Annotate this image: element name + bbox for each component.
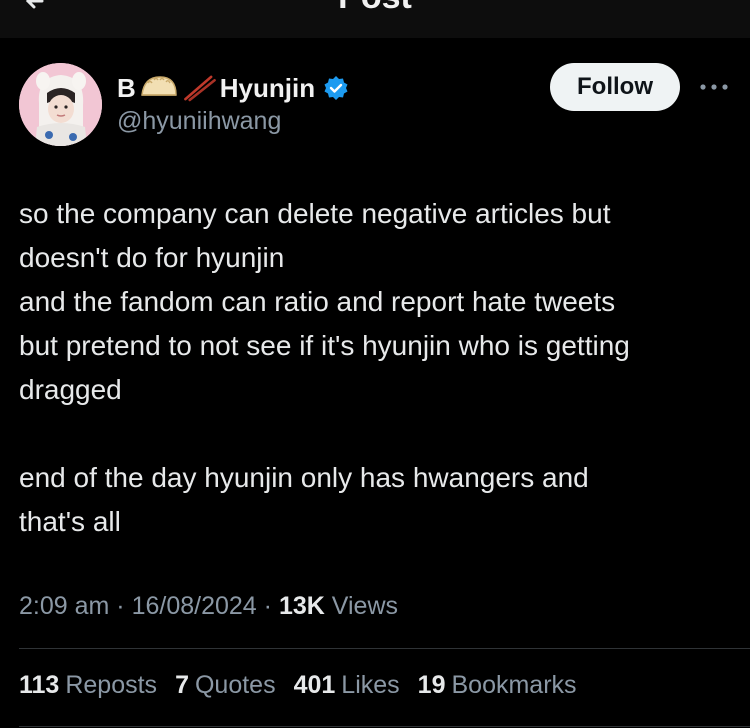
quotes-count: 7 bbox=[175, 671, 189, 699]
tweet-time[interactable]: 2:09 am bbox=[19, 592, 109, 620]
author-handle[interactable]: @hyuniihwang bbox=[117, 107, 281, 136]
divider bbox=[19, 726, 750, 727]
meta-separator: · bbox=[116, 592, 125, 620]
post-header: Post bbox=[0, 0, 750, 38]
tweet-line: end of the day hyunjin only has hwangers… bbox=[19, 462, 589, 493]
quotes-label: Quotes bbox=[194, 671, 276, 699]
tweet-line: doesn't do for hyunjin bbox=[19, 242, 285, 273]
bookmarks-label: Bookmarks bbox=[451, 671, 577, 699]
reposts-stat[interactable]: 113 Reposts bbox=[19, 671, 157, 700]
dumpling-emoji-icon bbox=[140, 76, 177, 96]
tweet-text: so the company can delete negative artic… bbox=[19, 192, 734, 544]
tweet-line: dragged bbox=[19, 374, 122, 405]
reposts-count: 113 bbox=[19, 671, 60, 699]
author-name-prefix: B bbox=[117, 72, 136, 103]
more-options-icon[interactable] bbox=[697, 80, 731, 94]
likes-stat[interactable]: 401 Likes bbox=[294, 671, 400, 700]
verified-badge-icon bbox=[324, 76, 348, 100]
post-page: Post B bbox=[0, 0, 750, 728]
avatar-image bbox=[19, 63, 102, 146]
tweet-meta: 2:09 am · 16/08/2024 · 13K Views bbox=[19, 592, 398, 621]
header-title: Post bbox=[0, 0, 750, 17]
tweet-date[interactable]: 16/08/2024 bbox=[132, 592, 257, 620]
likes-count: 401 bbox=[293, 671, 336, 699]
tweet-line: but pretend to not see if it's hyunjin w… bbox=[19, 330, 630, 361]
views-label: Views bbox=[331, 592, 399, 620]
meta-separator: · bbox=[263, 592, 272, 620]
chopsticks-emoji-icon bbox=[183, 75, 216, 102]
views-count: 13K bbox=[278, 592, 325, 620]
bookmarks-stat[interactable]: 19 Bookmarks bbox=[418, 671, 577, 700]
bookmarks-count: 19 bbox=[417, 671, 446, 699]
tweet-line: and the fandom can ratio and report hate… bbox=[19, 286, 616, 317]
engagement-stats: 113 Reposts 7 Quotes 401 Likes 19 Bookma… bbox=[19, 671, 577, 700]
author-name: Hyunjin bbox=[219, 72, 316, 103]
divider bbox=[19, 648, 750, 649]
quotes-stat[interactable]: 7 Quotes bbox=[175, 671, 276, 700]
tweet-line: so the company can delete negative artic… bbox=[19, 198, 611, 229]
tweet-line: that's all bbox=[19, 506, 121, 537]
follow-button[interactable]: Follow bbox=[550, 63, 680, 111]
avatar[interactable] bbox=[19, 63, 102, 146]
likes-label: Likes bbox=[341, 671, 400, 699]
reposts-label: Reposts bbox=[65, 671, 158, 699]
author-display-name[interactable]: B Hyunjin bbox=[117, 70, 349, 106]
